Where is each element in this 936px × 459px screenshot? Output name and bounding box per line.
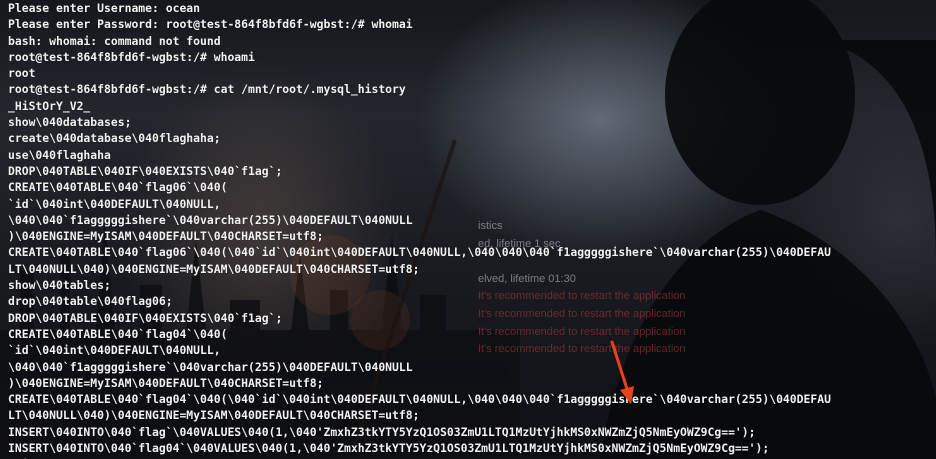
terminal-line: `id`\040int\040DEFAULT\040NULL, (8, 196, 221, 211)
terminal-line: root@test-864f8bfd6f-wgbst:/# cat /mnt/r… (8, 82, 406, 97)
terminal-line: _HiStOrY_V2_ (8, 98, 91, 113)
terminal-line: CREATE\040TABLE\040`flag06`\040( (8, 180, 228, 195)
terminal-line: CREATE\040TABLE\040`flag04`\040(\040`id`… (8, 392, 831, 407)
terminal-line: show\040tables; (8, 278, 111, 293)
terminal-line: )\040ENGINE=MyISAM\040DEFAULT\040CHARSET… (8, 229, 324, 244)
terminal-line: Please enter Username: ocean (8, 1, 201, 15)
terminal-line: INSERT\040INTO\040`flag04`\040VALUES\040… (8, 441, 770, 456)
terminal-line: \040\040`f1agggggishere`\040varchar(255)… (8, 359, 413, 374)
terminal-line: \040\040`f1agggggishere`\040varchar(255)… (8, 212, 413, 227)
red-arrow-annotation (610, 340, 634, 404)
arrow-shaft (610, 340, 630, 394)
terminal-line: )\040ENGINE=MyISAM\040DEFAULT\040CHARSET… (8, 375, 324, 390)
terminal-line: use\040flaghaha (8, 147, 111, 162)
terminal-line: DROP\040TABLE\040IF\040EXISTS\040`f1ag`; (8, 310, 283, 325)
terminal-line: `id`\040int\040DEFAULT\040NULL, (8, 343, 221, 358)
terminal-line: CREATE\040TABLE\040`flag04`\040( (8, 326, 228, 341)
terminal-window[interactable]: istics ed, lifetime 1 sec elved, lifetime… (0, 0, 936, 459)
terminal-line: LT\040NULL\040)\040ENGINE=MyISAM\040DEFA… (8, 408, 420, 423)
terminal-line: LT\040NULL\040)\040ENGINE=MyISAM\040DEFA… (8, 261, 420, 276)
terminal-output: Please enter Username: ocean Please enter… (8, 0, 831, 459)
terminal-line: Please enter Password: root@test-864f8bf… (8, 17, 413, 32)
terminal-line: INSERT\040INTO\040`flag`\040VALUES\040(1… (8, 424, 756, 439)
terminal-line: bash: whomai: command not found (8, 33, 221, 48)
terminal-line: root (8, 66, 36, 81)
terminal-line: drop\040table\040flag06; (8, 294, 173, 309)
terminal-line: root@test-864f8bfd6f-wgbst:/# whoami (8, 49, 255, 64)
terminal-line: DROP\040TABLE\040IF\040EXISTS\040`f1ag`; (8, 163, 283, 178)
terminal-line: show\040databases; (8, 115, 132, 130)
arrow-head (620, 386, 634, 404)
terminal-line: create\040database\040flaghaha; (8, 131, 221, 146)
terminal-line: CREATE\040TABLE\040`flag06`\040(\040`id`… (8, 245, 831, 260)
